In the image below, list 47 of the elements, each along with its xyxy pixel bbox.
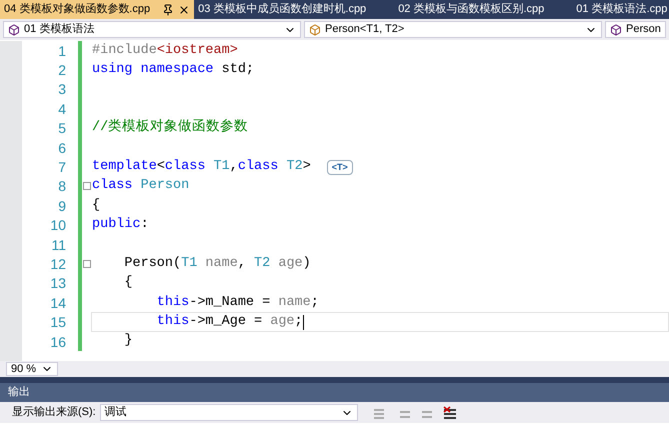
scope-dropdown[interactable]: Person<T1, T2>	[304, 21, 602, 38]
file-tab[interactable]: 01 类模板语法.cpp	[572, 0, 669, 19]
line-number: 8	[57, 178, 66, 194]
code-line: #include<iostream>	[91, 42, 239, 60]
output-panel-title: 输出	[0, 383, 669, 402]
line-number: 10	[49, 217, 66, 234]
line-number: 7	[57, 159, 66, 176]
code-line: }	[123, 332, 134, 350]
code-line: public:	[91, 216, 150, 234]
file-tab[interactable]: 04 类模板对象做函数参数.cpp	[0, 0, 194, 19]
line-number: 9	[57, 198, 66, 214]
zoom-dropdown[interactable]: 90 %	[6, 362, 58, 376]
line-number: 11	[50, 236, 66, 253]
code-line: {	[123, 274, 134, 292]
collapse-icon[interactable]	[82, 182, 90, 190]
code-line: this->m_Name = name;	[156, 294, 320, 312]
line-number: 6	[57, 140, 66, 156]
code-line: //类模板对象做函数参数	[91, 118, 250, 138]
pin-icon[interactable]	[162, 4, 174, 16]
line-number: 15	[49, 314, 66, 330]
file-tab[interactable]: 02 类模板与函数模板区别.cpp	[394, 0, 548, 19]
text-cursor	[302, 314, 304, 330]
line-number: 4	[57, 100, 66, 117]
code-line: template<class T1,class T2> <T>	[91, 157, 669, 177]
code-line: {	[91, 196, 102, 215]
line-number: 14	[49, 294, 66, 311]
line-number: 5	[57, 120, 66, 136]
project-icon	[8, 24, 20, 36]
code-line: class Person	[91, 177, 190, 196]
line-number: 16	[49, 334, 66, 350]
collapse-icon[interactable]	[82, 260, 90, 268]
output-source-label: 显示输出来源(S):	[12, 405, 96, 420]
line-number: 1	[57, 42, 66, 59]
line-number: 3	[57, 81, 66, 98]
close-icon[interactable]	[178, 4, 190, 16]
output-source-dropdown[interactable]: 调试	[100, 404, 358, 421]
file-tab[interactable]: 03 类模板中成员函数创建时机.cpp	[194, 0, 370, 19]
project-dropdown[interactable]: 01 类模板语法	[3, 21, 301, 38]
line-number: 13	[49, 275, 66, 292]
code-line: Person(T1 name, T2 age)	[123, 254, 312, 273]
member-dropdown[interactable]: Person	[605, 21, 666, 38]
line-number: 2	[57, 62, 66, 78]
line-number: 12	[49, 256, 66, 272]
code-line: using namespace std;	[91, 60, 256, 79]
class-icon	[309, 24, 321, 36]
member-icon	[610, 24, 622, 36]
template-hint-badge[interactable]: <T>	[326, 160, 353, 175]
